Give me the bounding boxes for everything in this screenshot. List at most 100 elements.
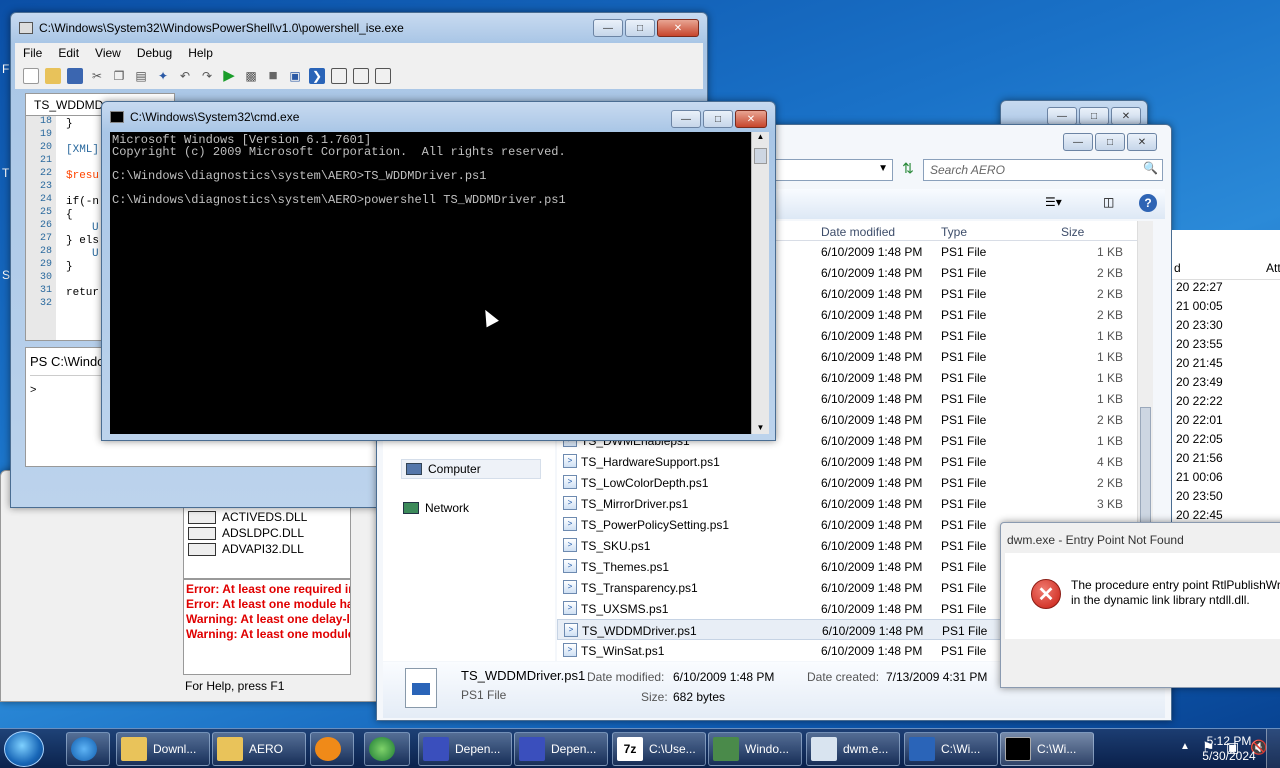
window-icon — [713, 737, 739, 761]
error-dialog[interactable]: dwm.exe - Entry Point Not Found ✕ The pr… — [1000, 522, 1280, 688]
show-hidden-icons-icon[interactable]: ▲ — [1180, 741, 1190, 752]
module-item[interactable]: ADVAPI32.DLL — [188, 542, 304, 556]
log-error: Error: At least one required im — [186, 582, 351, 596]
close-button[interactable]: ✕ — [1127, 133, 1157, 151]
search-input[interactable]: Search AERO 🔍 — [923, 159, 1163, 181]
cut-icon[interactable]: ✂ — [89, 68, 105, 84]
save-icon[interactable] — [67, 68, 83, 84]
minimize-button[interactable]: — — [671, 110, 701, 128]
stop-icon[interactable]: ■ — [265, 68, 281, 84]
ps1-file-icon: > — [563, 538, 577, 552]
cmd-console[interactable]: Microsoft Windows [Version 6.1.7601] Copy… — [110, 132, 751, 434]
module-list[interactable]: ACTIVEDS.DLL ADSLDPC.DLL ADVAPI32.DLL — [183, 507, 351, 579]
nav-item-computer[interactable]: Computer — [401, 459, 541, 479]
close-button[interactable]: ✕ — [1111, 107, 1141, 125]
file-date: 6/10/2009 1:48 PM — [821, 644, 923, 658]
close-button[interactable]: ✕ — [657, 19, 699, 37]
nav-item-network[interactable]: Network — [403, 501, 469, 515]
taskbar-item[interactable]: C:\Wi... — [904, 732, 998, 766]
file-type: PS1 File — [941, 581, 987, 595]
scroll-thumb[interactable] — [754, 148, 767, 164]
file-row[interactable]: > TS_LowColorDepth.ps1 6/10/2009 1:48 PM PS… — [557, 472, 1137, 493]
close-button[interactable]: ✕ — [735, 110, 767, 128]
column-date-modified[interactable]: Date modified — [821, 225, 895, 239]
layout-max-icon[interactable] — [375, 68, 391, 84]
taskbar-ie[interactable] — [66, 732, 110, 766]
menu-view[interactable]: View — [87, 46, 129, 60]
file-type: PS1 File — [941, 434, 987, 448]
chevron-down-icon[interactable]: ▼ — [878, 163, 888, 174]
remote-icon[interactable]: ▣ — [287, 68, 303, 84]
taskbar-item[interactable]: Windo... — [708, 732, 802, 766]
help-icon[interactable]: ? — [1139, 194, 1157, 212]
menu-debug[interactable]: Debug — [129, 46, 180, 60]
new-icon[interactable] — [23, 68, 39, 84]
start-button[interactable] — [4, 731, 44, 767]
open-icon[interactable] — [45, 68, 61, 84]
file-date: 6/10/2009 1:48 PM — [821, 455, 923, 469]
column-type[interactable]: Type — [941, 225, 967, 239]
menu-file[interactable]: File — [15, 46, 50, 60]
minimize-button[interactable]: — — [1063, 133, 1093, 151]
taskbar-item[interactable]: AERO — [212, 732, 306, 766]
menu-help[interactable]: Help — [180, 46, 221, 60]
taskbar-media-player[interactable] — [310, 732, 354, 766]
file-row[interactable]: > TS_HardwareSupport.ps1 6/10/2009 1:48 PM… — [557, 451, 1137, 472]
code-line: if(-n — [66, 196, 100, 208]
nav-label: Computer — [428, 462, 481, 476]
view-options-icon[interactable]: ☰▾ — [1045, 195, 1062, 209]
ps1-file-icon: > — [563, 496, 577, 510]
column-header[interactable]: d Att — [1172, 258, 1280, 280]
window-title: C:\Windows\System32\WindowsPowerShell\v1… — [39, 21, 404, 35]
dependency-walker-icon — [423, 737, 449, 761]
code-line: $resu — [66, 170, 100, 182]
layout-right-icon[interactable] — [353, 68, 369, 84]
file-size: 1 KB — [1096, 434, 1123, 448]
run-selection-icon[interactable]: ▩ — [243, 68, 259, 84]
search-icon[interactable]: 🔍 — [1143, 161, 1158, 175]
taskbar-item[interactable]: Depen... — [514, 732, 608, 766]
maximize-button[interactable]: □ — [1079, 107, 1109, 125]
clock[interactable]: 5:12 PM 5/30/2024 — [1194, 734, 1264, 764]
date-list[interactable]: d Att 20 22:27 21 00:05 20 23:30 20 23:55 20… — [1172, 230, 1280, 528]
minimize-button[interactable]: — — [593, 19, 623, 37]
paste-icon[interactable]: ▤ — [133, 68, 149, 84]
log-pane[interactable]: Error: At least one required im Error: A… — [183, 579, 351, 675]
file-name: TS_HardwareSupport.ps1 — [581, 455, 720, 469]
taskbar-label: C:\Wi... — [941, 742, 981, 756]
taskbar-item[interactable]: Downl... — [116, 732, 210, 766]
maximize-button[interactable]: □ — [703, 110, 733, 128]
file-size: 3 KB — [1096, 497, 1123, 511]
show-desktop-button[interactable] — [1266, 729, 1280, 768]
cmd-scrollbar[interactable]: ▲ ▼ — [751, 132, 769, 434]
clear-icon[interactable]: ✦ — [155, 68, 171, 84]
menu-edit[interactable]: Edit — [50, 46, 87, 60]
taskbar-item[interactable]: 7z C:\Use... — [612, 732, 706, 766]
module-icon — [188, 542, 216, 556]
cmd-window[interactable]: C:\Windows\System32\cmd.exe — □ ✕ Micros… — [101, 101, 776, 441]
taskbar-media-center[interactable] — [364, 732, 410, 766]
file-type: PS1 File — [941, 371, 987, 385]
code-line: U — [92, 222, 99, 234]
preview-pane-icon[interactable]: ◫ — [1103, 195, 1114, 209]
file-row[interactable]: > TS_MirrorDriver.ps1 6/10/2009 1:48 PM PS1… — [557, 493, 1137, 514]
column-size[interactable]: Size — [1061, 225, 1084, 239]
module-item[interactable]: ACTIVEDS.DLL — [188, 510, 307, 524]
taskbar-label: AERO — [249, 742, 284, 756]
layout-top-icon[interactable] — [331, 68, 347, 84]
undo-icon[interactable]: ↶ — [177, 68, 193, 84]
minimize-button[interactable]: — — [1047, 107, 1077, 125]
scroll-down-icon[interactable]: ▼ — [752, 423, 769, 432]
maximize-button[interactable]: □ — [625, 19, 655, 37]
copy-icon[interactable]: ❐ — [111, 68, 127, 84]
scroll-up-icon[interactable]: ▲ — [752, 132, 769, 148]
module-item[interactable]: ADSLDPC.DLL — [188, 526, 304, 540]
run-icon[interactable]: ▶ — [221, 68, 237, 84]
maximize-button[interactable]: □ — [1095, 133, 1125, 151]
taskbar-item[interactable]: dwm.e... — [806, 732, 900, 766]
redo-icon[interactable]: ↷ — [199, 68, 215, 84]
line-numbers: 18 19 20 21 22 23 24 25 26 27 28 29 30 3… — [26, 116, 56, 340]
refresh-icon[interactable]: ⇅ — [897, 160, 919, 180]
taskbar-item[interactable]: Depen... — [418, 732, 512, 766]
powershell-icon[interactable]: ❯ — [309, 68, 325, 84]
